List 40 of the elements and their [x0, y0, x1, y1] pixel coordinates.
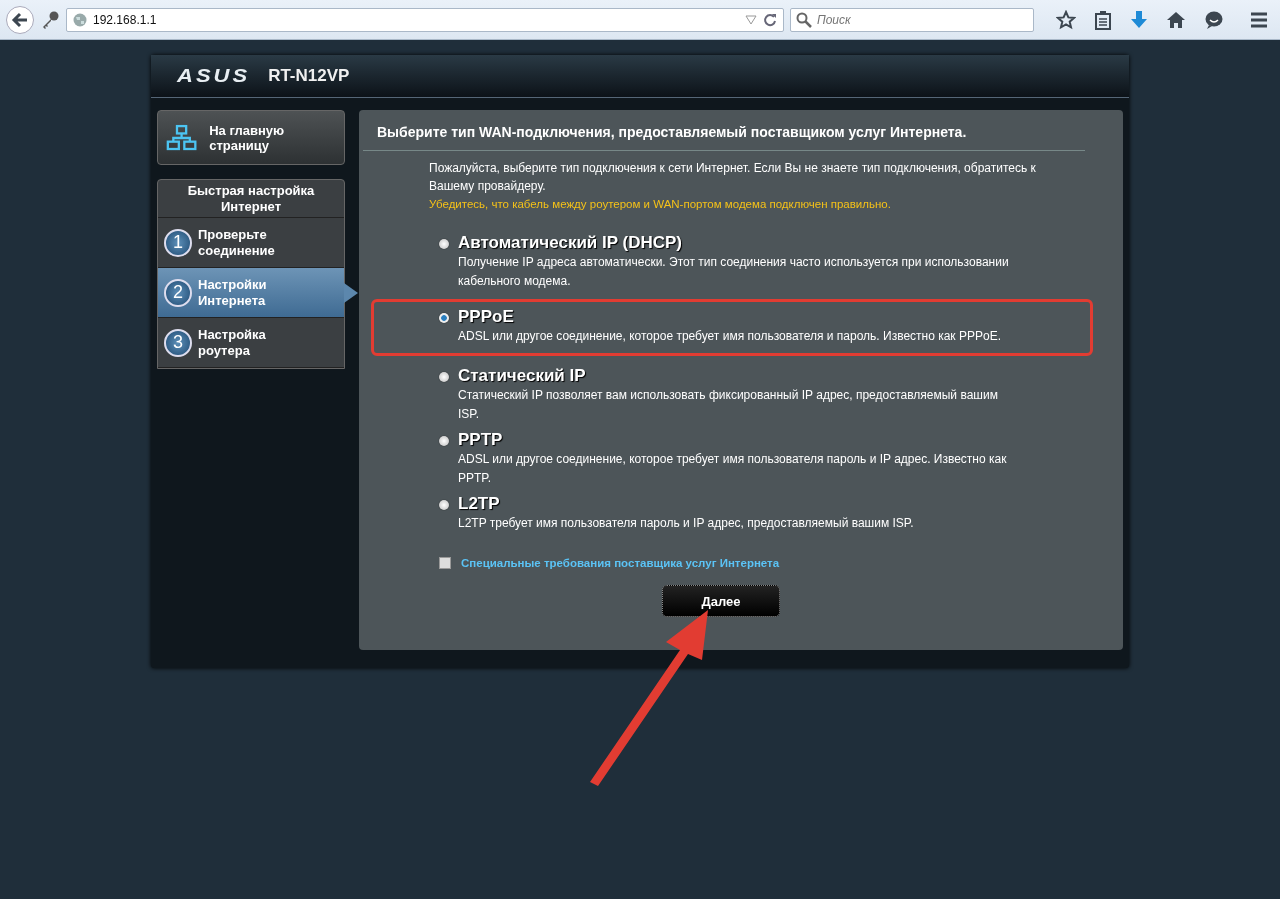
star-icon[interactable] — [1056, 9, 1076, 30]
back-button[interactable] — [6, 5, 34, 34]
option-label: Автоматический IP (DHCP) — [458, 233, 683, 253]
network-icon — [166, 122, 198, 153]
clipboard-icon[interactable] — [1094, 9, 1112, 30]
next-button[interactable]: Далее — [662, 585, 780, 617]
option-description: Получение IP адреса автоматически. Этот тип соединения часто используется при использовании кабельного модема. — [458, 254, 1010, 290]
model-name: RT-N12VP — [268, 66, 350, 86]
menu-icon[interactable] — [1250, 11, 1268, 28]
option-description: ADSL или другое соединение, которое требует имя пользователя пароль и IP адрес. Известно как PPTP. — [458, 451, 1008, 487]
option-description: L2TP требует имя пользователя пароль и IP адрес, предоставляемый вашим ISP. — [458, 515, 915, 532]
intro-text: Пожалуйста, выберите тип подключения к сети Интернет. Если Вы не знаете тип подключения, обратитесь к Вашему провайдеру. — [429, 160, 1037, 195]
home-icon[interactable] — [1166, 9, 1186, 30]
radio-button[interactable] — [439, 313, 449, 323]
warning-text: Убедитесь, что кабель между роутером и WAN-портом модема подключен правильно. — [429, 197, 892, 212]
brand-logo: ASUS — [177, 65, 251, 87]
radio-button[interactable] — [439, 372, 449, 382]
url-text: 192.168.1.1 — [93, 12, 157, 27]
option-description: ADSL или другое соединение, которое требует имя пользователя и пароль. Известно как PPPoE. — [458, 328, 1002, 345]
option-label: Статический IP — [458, 366, 587, 386]
back-arrow-icon — [11, 10, 29, 29]
radio-button[interactable] — [439, 239, 449, 249]
download-icon[interactable] — [1130, 9, 1148, 30]
option-label: PPPoE — [458, 307, 515, 327]
option-label: L2TP — [458, 494, 501, 514]
radio-button[interactable] — [439, 500, 449, 510]
dropdown-icon[interactable] — [745, 14, 757, 25]
panel-title: Выберите тип WAN-подключения, предоставляемый поставщиком услуг Интернета. — [363, 110, 1085, 151]
home-page-button[interactable]: На главную страницу — [157, 110, 345, 165]
option-description: Статический IP позволяет вам использовать фиксированный IP адрес, предоставляемый вашим ISP. — [458, 387, 999, 423]
option-label: PPTP — [458, 430, 504, 450]
address-bar[interactable]: 192.168.1.1 — [66, 7, 784, 32]
search-icon — [796, 11, 812, 28]
radio-button[interactable] — [439, 436, 449, 446]
chat-icon[interactable] — [1204, 9, 1224, 30]
special-requirements-link[interactable]: Специальные требования поставщика услуг Интернета — [461, 557, 780, 569]
checkbox[interactable] — [439, 557, 451, 569]
search-field[interactable]: Поиск — [790, 7, 1034, 32]
globe-icon — [73, 12, 87, 27]
reload-icon[interactable] — [763, 12, 777, 27]
